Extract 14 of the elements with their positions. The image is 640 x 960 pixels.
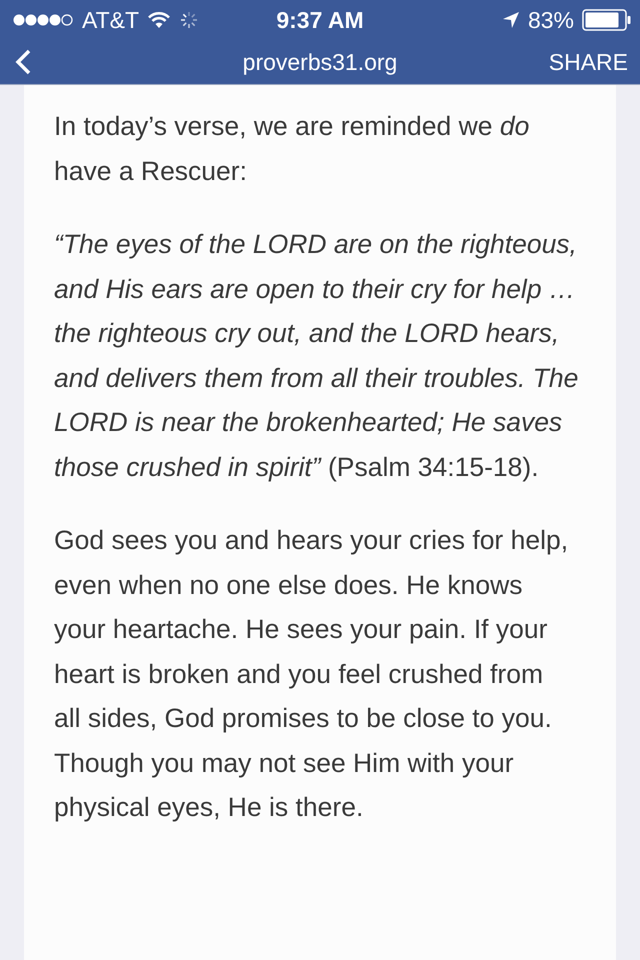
carrier-name: AT&T: [82, 6, 140, 34]
article-paragraph: In today’s verse, we are reminded we do have a Rescuer:: [54, 110, 530, 188]
scripture-quote: “The eyes of the LORD are on the righteous, and His ears are open to their cry for help … the righteous cry out, and the LORD hears, and delivers them from all their troubles. The LORD is near the brokenhearted; He saves those crushed in spirit” (Psalm 34:15-18).: [54, 228, 580, 484]
loading-icon: [179, 10, 200, 30]
battery-icon: [582, 9, 632, 31]
battery-percent: 83%: [528, 6, 574, 34]
wifi-icon: [147, 11, 172, 29]
share-button[interactable]: SHARE: [548, 48, 628, 76]
location-arrow-icon: [502, 11, 520, 29]
status-time: 9:37 AM: [276, 6, 364, 34]
back-chevron-icon: [14, 48, 32, 76]
article-paragraph: God sees you and hears your cries for help, even when no one else does. He knows your heartache. He sees your pain. If your heart is broken and you feel crushed from all sides, God promises to be close to you. Though you may not see Him with your physical eyes, He is there.: [54, 524, 570, 824]
page-title: proverbs31.org: [242, 48, 398, 76]
signal-icon: [12, 13, 74, 27]
